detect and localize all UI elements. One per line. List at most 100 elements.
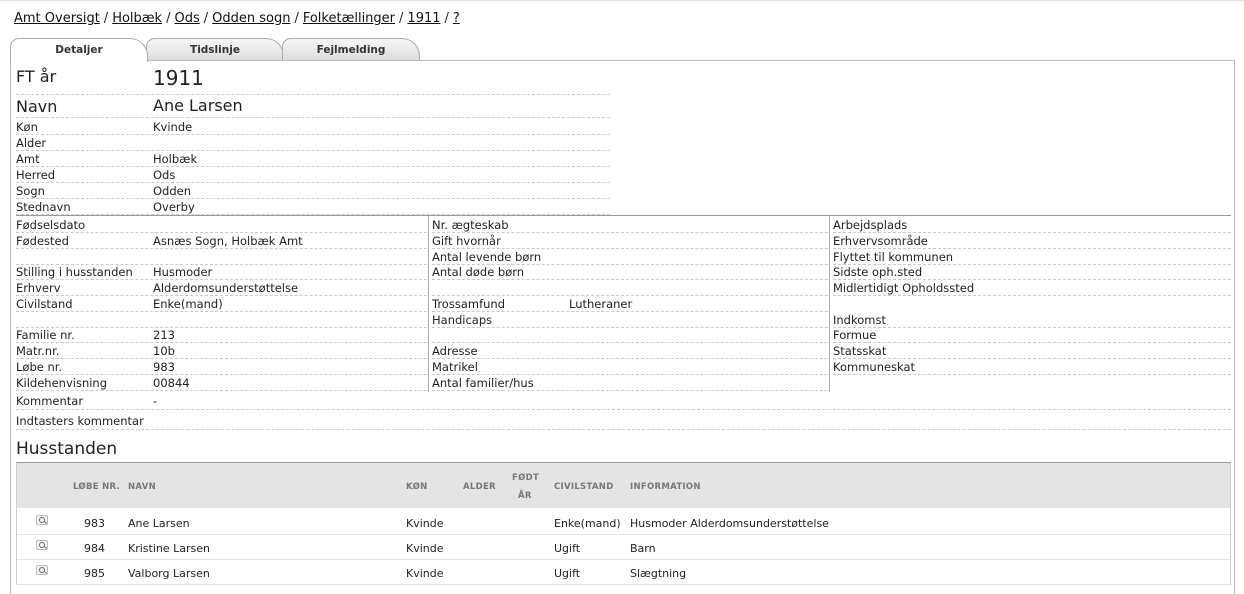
detail-value: Odden [153, 184, 192, 198]
name-row: Navn Ane Larsen [16, 96, 610, 118]
cell-navn: Valborg Larsen [128, 567, 210, 580]
field-label: Familie nr. [16, 328, 75, 342]
field-label: Civilstand [16, 297, 73, 311]
cell-information: Slægtning [630, 567, 687, 580]
breadcrumb-amt[interactable]: Holbæk [112, 11, 162, 26]
comment-label: Kommentar [16, 394, 84, 408]
col2-row-matrikel: Matrikel [432, 359, 828, 375]
breadcrumb-sogn[interactable]: Odden sogn [212, 11, 290, 26]
field-label: Sidste oph.sted [833, 265, 923, 279]
detail-value: Holbæk [153, 152, 198, 166]
field-label: Matr.nr. [16, 344, 60, 358]
detail-label: Amt [16, 152, 40, 166]
field-value: 983 [153, 360, 175, 374]
field-label: Arbejdsplads [833, 218, 908, 232]
cell-navn: Kristine Larsen [128, 542, 210, 555]
cell-lobe-nr: 984 [84, 542, 105, 555]
magnifier-icon[interactable] [36, 540, 48, 550]
col2-row-handicaps: Handicaps [432, 312, 828, 328]
breadcrumb-amt-oversigt[interactable]: Amt Oversigt [14, 11, 100, 26]
field-label: Formue [833, 328, 877, 342]
table-row: 985 Valborg Larsen Kvinde Ugift Slægtning [17, 560, 1230, 585]
detail-value: Kvinde [153, 120, 193, 134]
field-label: Antal døde børn [432, 265, 525, 279]
detail-row-kon: Køn Kvinde [16, 119, 610, 135]
col-header-kon: KØN [406, 482, 428, 492]
field-value: Lutheraner [569, 297, 633, 311]
col3-row-flyttet-til-kommunen: Flyttet til kommunen [833, 249, 1231, 265]
field-label: Antal levende børn [432, 250, 542, 264]
column-divider-1 [428, 216, 429, 392]
breadcrumb-year[interactable]: 1911 [407, 11, 440, 26]
col-header-fodt: FØDT [512, 473, 540, 483]
field-label: Adresse [432, 344, 478, 358]
col1-row-civilstand: Civilstand Enke(mand) [16, 296, 427, 312]
table-row: 984 Kristine Larsen Kvinde Ugift Barn [17, 535, 1230, 560]
col3-row-midlertidigt-opholdssted: Midlertidigt Opholdssted [833, 280, 1231, 296]
cell-civilstand: Ugift [554, 567, 581, 580]
cell-kon: Kvinde [406, 542, 444, 555]
col-header-civilstand: CIVILSTAND [554, 482, 614, 492]
field-label: Indkomst [833, 313, 886, 327]
detail-label: Køn [16, 120, 38, 134]
field-label: Flyttet til kommunen [833, 250, 954, 264]
magnifier-icon[interactable] [36, 515, 48, 525]
field-value: Husmoder [153, 265, 213, 279]
name-label: Navn [16, 97, 58, 116]
ft-year-row: FT år 1911 [16, 66, 610, 95]
field-label: Handicaps [432, 313, 493, 327]
col1-row-stilling-i-husstanden: Stilling i husstanden Husmoder [16, 264, 427, 280]
top-divider [0, 0, 1244, 1]
col-header-alder: ALDER [463, 482, 496, 492]
detail-label: Stednavn [16, 200, 71, 214]
col1-row-blank-2 [16, 249, 427, 265]
detail-row-amt: Amt Holbæk [16, 151, 610, 167]
tab-bar: Detaljer Tidslinje Fejlmelding [10, 38, 420, 62]
field-label: Antal familier/hus [432, 376, 534, 390]
cell-civilstand: Ugift [554, 542, 581, 555]
field-value: Alderdomsunderstøttelse [153, 281, 299, 295]
detail-label: Sogn [16, 184, 45, 198]
breadcrumb-current[interactable]: ? [453, 11, 460, 26]
detail-label: Herred [16, 168, 56, 182]
breadcrumb-folketaellinger[interactable]: Folketællinger [303, 11, 395, 26]
col1-row-erhverv: Erhverv Alderdomsunderstøttelse [16, 280, 427, 296]
col1-row-familie-nr: Familie nr. 213 [16, 327, 427, 343]
col3-row-arbejdsplads: Arbejdsplads [833, 217, 1231, 233]
col3-row-indkomst: Indkomst [833, 312, 1231, 328]
ft-year-value: 1911 [153, 66, 204, 90]
detail-label: Alder [16, 136, 47, 150]
field-label: Kildehenvisning [16, 376, 108, 390]
col2-row-antal-dode-born: Antal døde børn [432, 264, 828, 280]
col2-row-antal-familier-hus: Antal familier/hus [432, 375, 828, 391]
cell-kon: Kvinde [406, 517, 444, 530]
tab-detaljer[interactable]: Detaljer [10, 38, 148, 62]
tab-fejlmelding[interactable]: Fejlmelding [282, 38, 420, 61]
col1-row-matr-nr: Matr.nr. 10b [16, 343, 427, 359]
col3-row-erhvervsomrade: Erhvervsområde [833, 233, 1231, 249]
col2-row-antal-levende-born: Antal levende børn [432, 249, 828, 265]
comment-value: - [153, 394, 158, 408]
field-label: Kommuneskat [833, 360, 916, 374]
cell-navn: Ane Larsen [128, 517, 190, 530]
col2-row-gift-hvornar: Gift hvornår [432, 233, 828, 249]
column-divider-2 [829, 216, 830, 392]
col2-row-blank-4 [432, 280, 828, 296]
field-label: Erhvervsområde [833, 234, 928, 248]
magnifier-icon[interactable] [36, 565, 48, 575]
col-header-navn: NAVN [128, 482, 157, 492]
cell-kon: Kvinde [406, 567, 444, 580]
detail-value: Ods [153, 168, 176, 182]
tab-tidslinje[interactable]: Tidslinje [146, 38, 284, 61]
col-header-lobe: LØBE NR. [73, 482, 121, 492]
breadcrumb-herred[interactable]: Ods [174, 11, 199, 26]
field-value: 213 [153, 328, 175, 342]
detail-row-stednavn: Stednavn Overby [16, 199, 610, 215]
detail-row-alder: Alder [16, 135, 610, 151]
field-value: Enke(mand) [153, 297, 223, 311]
household-table-header: LØBE NR. NAVN KØN ALDER FØDT ÅR CIVILSTA… [17, 463, 1230, 508]
field-label: Midlertidigt Opholdssted [833, 281, 975, 295]
col1-row-lobe-nr: Løbe nr. 983 [16, 359, 427, 375]
indtaster-comment-label: Indtasters kommentar [16, 414, 144, 428]
col2-row-trossamfund: Trossamfund Lutheraner [432, 296, 828, 312]
